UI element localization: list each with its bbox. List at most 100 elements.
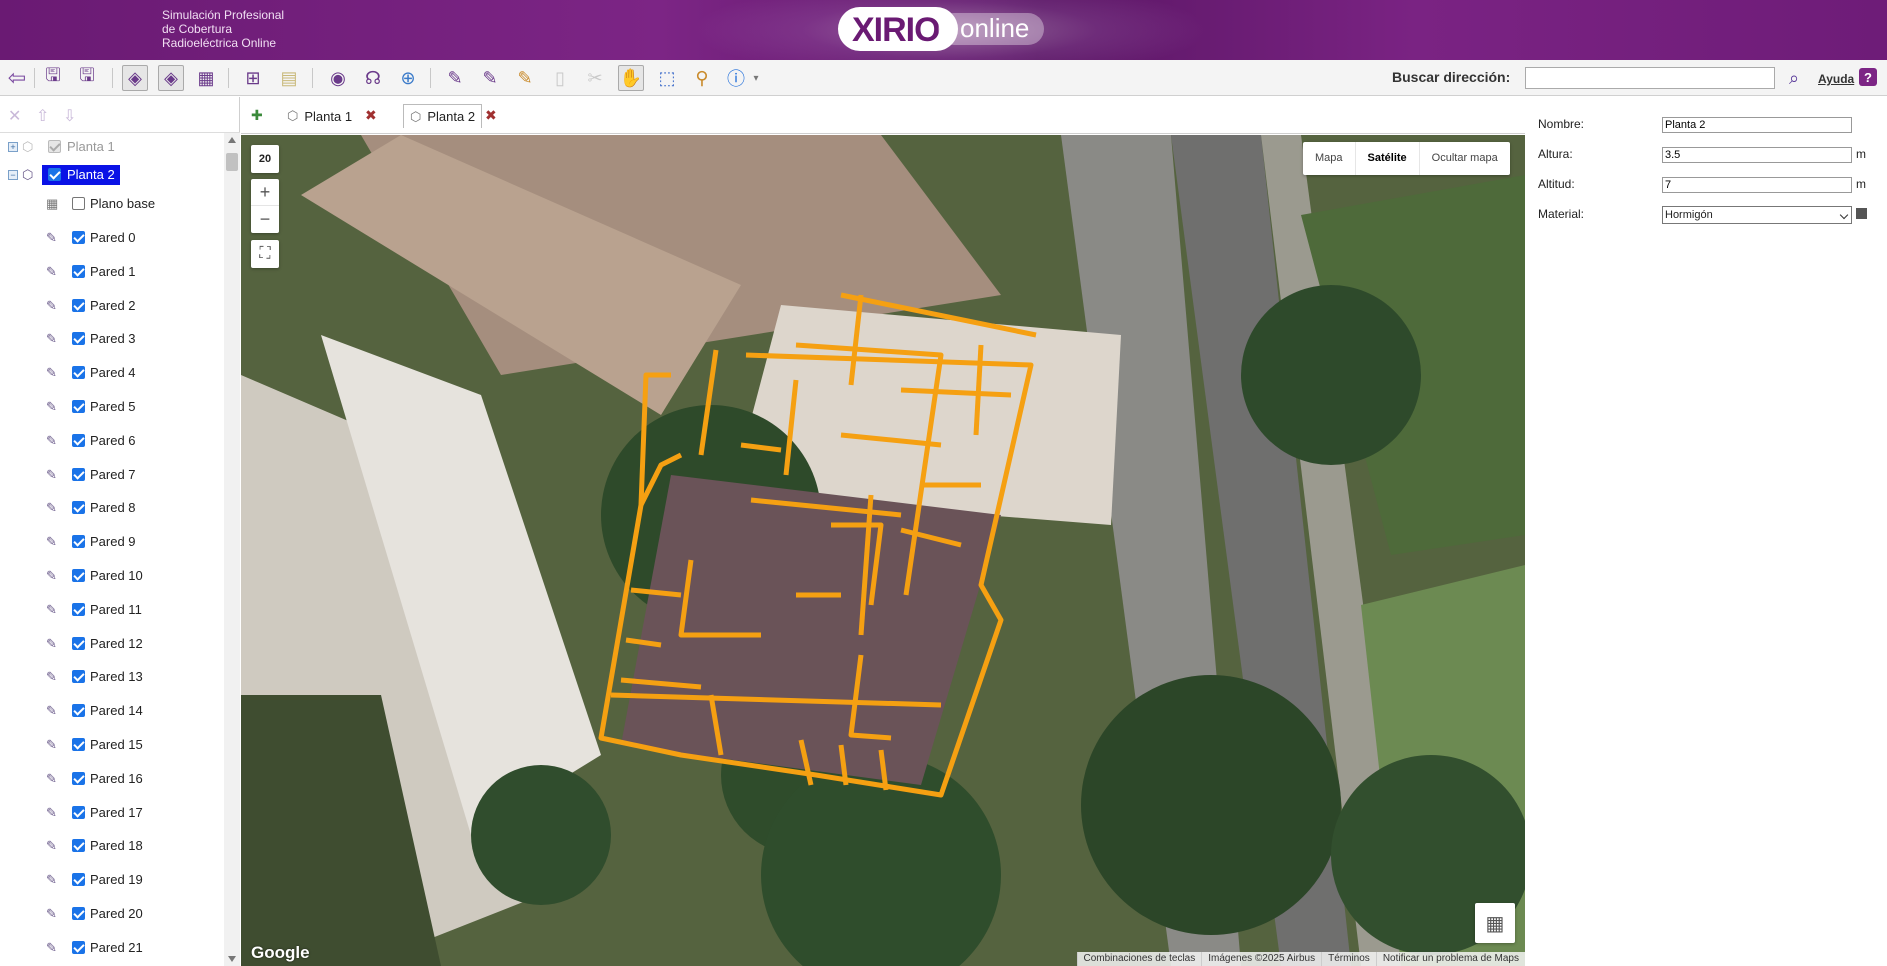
wall-checkbox[interactable] [72,400,85,413]
view-icon[interactable]: ◉ [325,65,351,91]
wall-checkbox[interactable] [72,467,85,481]
altitud-input[interactable] [1662,177,1852,193]
table-icon[interactable]: ▦ [193,65,219,91]
tree-wall-item[interactable]: ✎ Pared 3 [0,324,224,352]
tree-wall-item[interactable]: ✎ Pared 6 [0,426,224,454]
tree-wall-item[interactable]: ✎ Pared 11 [0,595,224,623]
wall-checkbox[interactable] [72,231,85,244]
tree-wall-item[interactable]: ✎ Pared 17 [0,798,224,826]
edit-wall-icon[interactable]: ✎ [477,65,503,91]
layer-props-icon[interactable]: ◈ [158,65,184,91]
terms-link[interactable]: Términos [1321,952,1376,966]
map-type-satelite[interactable]: Satélite [1354,142,1419,175]
map-view[interactable]: 20 + − ⛶ Mapa Satélite Ocultar mapa ▦ Go… [241,135,1525,966]
wall-checkbox[interactable] [72,805,85,819]
floor-2-checkbox[interactable] [48,168,61,181]
map-type-mapa[interactable]: Mapa [1303,142,1355,175]
tab-planta-2[interactable]: ⬡ Planta 2 [403,104,483,128]
scroll-up-icon[interactable] [228,137,236,143]
select-icon[interactable]: ⬚ [654,65,680,91]
tree-wall-item[interactable]: ✎ Pared 0 [0,223,224,251]
tree-wall-item[interactable]: ✎ Pared 8 [0,493,224,521]
add-floor-tab-icon[interactable]: ✚ [251,107,269,125]
add-floor-icon[interactable]: ⊞ [240,65,266,91]
help-link[interactable]: Ayuda [1818,72,1854,86]
tree-wall-item[interactable]: ✎ Pared 18 [0,831,224,859]
tree-wall-item[interactable]: ✎ Pared 4 [0,358,224,386]
keyboard-shortcuts-link[interactable]: Combinaciones de teclas [1076,952,1202,966]
wall-checkbox[interactable] [72,366,85,380]
tree-wall-item[interactable]: ✎ Pared 16 [0,764,224,792]
measure-icon[interactable]: ⚲ [689,65,715,91]
wall-checkbox[interactable] [72,298,85,312]
back-arrow-icon[interactable]: ⇦ [4,65,30,91]
nombre-input[interactable] [1662,117,1852,133]
wall-checkbox[interactable] [72,535,85,549]
tab-planta-1[interactable]: ⬡ Planta 1 [281,104,358,128]
wall-checkbox[interactable] [72,602,85,616]
chevron-down-icon[interactable]: ▾ [749,65,763,91]
pencil-icon[interactable]: ✎ [512,65,538,91]
tree-wall-item[interactable]: ✎ Pared 20 [0,899,224,927]
tree-base-plan[interactable]: ▦ Plano base [0,189,224,217]
tree-wall-item[interactable]: ✎ Pared 10 [0,561,224,589]
wall-checkbox[interactable] [72,839,85,853]
layer-info-icon[interactable]: ◈ [122,65,148,91]
antenna-icon[interactable]: ☊ [360,65,386,91]
wall-checkbox[interactable] [72,433,85,447]
zoom-out-icon[interactable]: − [251,206,279,233]
report-problem-link[interactable]: Notificar un problema de Maps [1375,952,1525,966]
tree-floor-1[interactable]: + ⬡ Planta 1 [0,133,224,161]
move-down-icon[interactable]: ⇩ [63,106,81,125]
scroll-down-icon[interactable] [228,956,236,962]
tree-wall-item[interactable]: ✎ Pared 12 [0,629,224,657]
wall-checkbox[interactable] [72,264,85,278]
save-icon[interactable]: 🖫 [40,65,66,91]
move-up-icon[interactable]: ⇧ [36,106,54,125]
tree-wall-item[interactable]: ✎ Pared 13 [0,662,224,690]
wall-checkbox[interactable] [72,907,85,920]
wall-checkbox[interactable] [72,670,85,684]
wall-checkbox[interactable] [72,332,85,346]
tree-wall-item[interactable]: ✎ Pared 2 [0,291,224,319]
tree-wall-item[interactable]: ✎ Pared 14 [0,696,224,724]
draw-wall-icon[interactable]: ✎ [442,65,468,91]
search-map-icon[interactable]: ⌕ [1782,66,1806,90]
wall-checkbox[interactable] [72,738,85,751]
tree-scrollbar[interactable] [224,133,240,966]
door-icon[interactable]: ▯ [547,65,573,91]
tree-wall-item[interactable]: ✎ Pared 15 [0,730,224,758]
scroll-thumb[interactable] [226,153,238,171]
wall-checkbox[interactable] [72,569,85,582]
search-address-input[interactable] [1525,67,1775,89]
altura-input[interactable] [1662,147,1852,163]
base-plan-checkbox[interactable] [72,197,85,210]
collapse-icon[interactable]: − [8,170,18,180]
material-color-swatch[interactable] [1856,208,1867,219]
import-icon[interactable]: ▤ [276,65,302,91]
grid-icon[interactable]: ▦ [1475,903,1515,943]
material-select[interactable]: Hormigón [1662,206,1852,224]
fullscreen-icon[interactable]: ⛶ [251,240,279,268]
tree-wall-item[interactable]: ✎ Pared 5 [0,392,224,420]
hand-pan-icon[interactable]: ✋ [618,65,644,91]
delete-icon[interactable]: ✕ [8,106,26,125]
scissors-icon[interactable]: ✂ [582,65,608,91]
wall-checkbox[interactable] [72,873,85,887]
target-icon[interactable]: ⊕ [395,65,421,91]
close-tab-icon[interactable]: ✖ [485,107,503,125]
tree-wall-item[interactable]: ✎ Pared 9 [0,527,224,555]
save-as-icon[interactable]: 🖫 [74,65,100,91]
tree-wall-item[interactable]: ✎ Pared 7 [0,460,224,488]
floor-1-checkbox[interactable] [48,140,61,153]
wall-checkbox[interactable] [72,940,85,954]
wall-checkbox[interactable] [72,704,85,718]
close-tab-icon[interactable]: ✖ [365,107,383,125]
expand-icon[interactable]: + [8,142,18,152]
wall-checkbox[interactable] [72,771,85,785]
tree-wall-item[interactable]: ✎ Pared 21 [0,933,224,961]
tree-floor-2[interactable]: − ⬡ Planta 2 [0,161,224,189]
tree-wall-item[interactable]: ✎ Pared 1 [0,257,224,285]
wall-checkbox[interactable] [72,636,85,650]
help-icon[interactable]: ? [1859,68,1877,86]
